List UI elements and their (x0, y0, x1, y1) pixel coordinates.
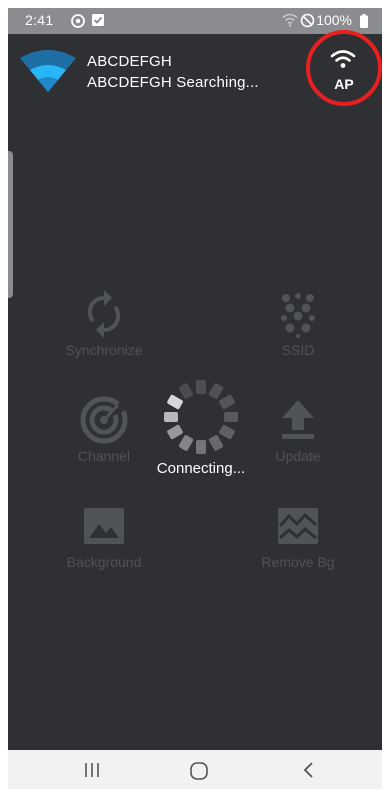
sync-icon (87, 290, 121, 338)
spinner-icon (164, 380, 238, 454)
upload-icon (282, 400, 314, 439)
radar-icon (80, 396, 128, 444)
connecting-text: Connecting... (156, 460, 246, 477)
dot-grid-icon (281, 293, 315, 338)
channel-button[interactable]: Channel (44, 396, 164, 464)
app-screen: 2:41 100% ABCDEFGH ABCDEFGH Searching...… (8, 8, 382, 789)
synchronize-button[interactable]: Synchronize (44, 290, 164, 358)
channel-label: Channel (77, 448, 131, 464)
broken-image-icon (278, 508, 318, 544)
background-label: Background (66, 554, 142, 570)
update-label: Update (275, 448, 321, 464)
status-time: 2:41 (25, 12, 54, 28)
battery-icon (360, 14, 368, 28)
remove-bg-button[interactable]: Remove Bg (238, 502, 358, 570)
remove-bg-label: Remove Bg (261, 554, 335, 570)
device-name: ABCDEFGH (87, 53, 172, 70)
checkbox-notification-icon (92, 14, 104, 26)
settings-sync-icon (71, 14, 85, 28)
do-not-disturb-icon (300, 13, 315, 28)
drawer-handle[interactable] (8, 151, 13, 298)
battery-percentage: 100% (316, 12, 352, 28)
device-status: ABCDEFGH Searching... (87, 74, 259, 91)
home-icon[interactable] (190, 762, 208, 780)
back-icon[interactable] (302, 762, 314, 778)
wifi-fan-logo-icon (20, 50, 76, 92)
background-button[interactable]: Background (44, 502, 164, 570)
wifi-signal-icon (282, 13, 298, 27)
ssid-label: SSID (281, 342, 315, 358)
ap-button[interactable]: AP (306, 30, 382, 106)
recent-apps-icon[interactable] (84, 762, 100, 778)
update-button[interactable]: Update (238, 396, 358, 464)
synchronize-label: Synchronize (65, 342, 143, 358)
ap-label: AP (334, 76, 354, 92)
ssid-button[interactable]: SSID (238, 290, 358, 358)
navigation-bar (8, 750, 382, 789)
image-icon (84, 508, 124, 544)
wifi-icon (330, 50, 356, 68)
